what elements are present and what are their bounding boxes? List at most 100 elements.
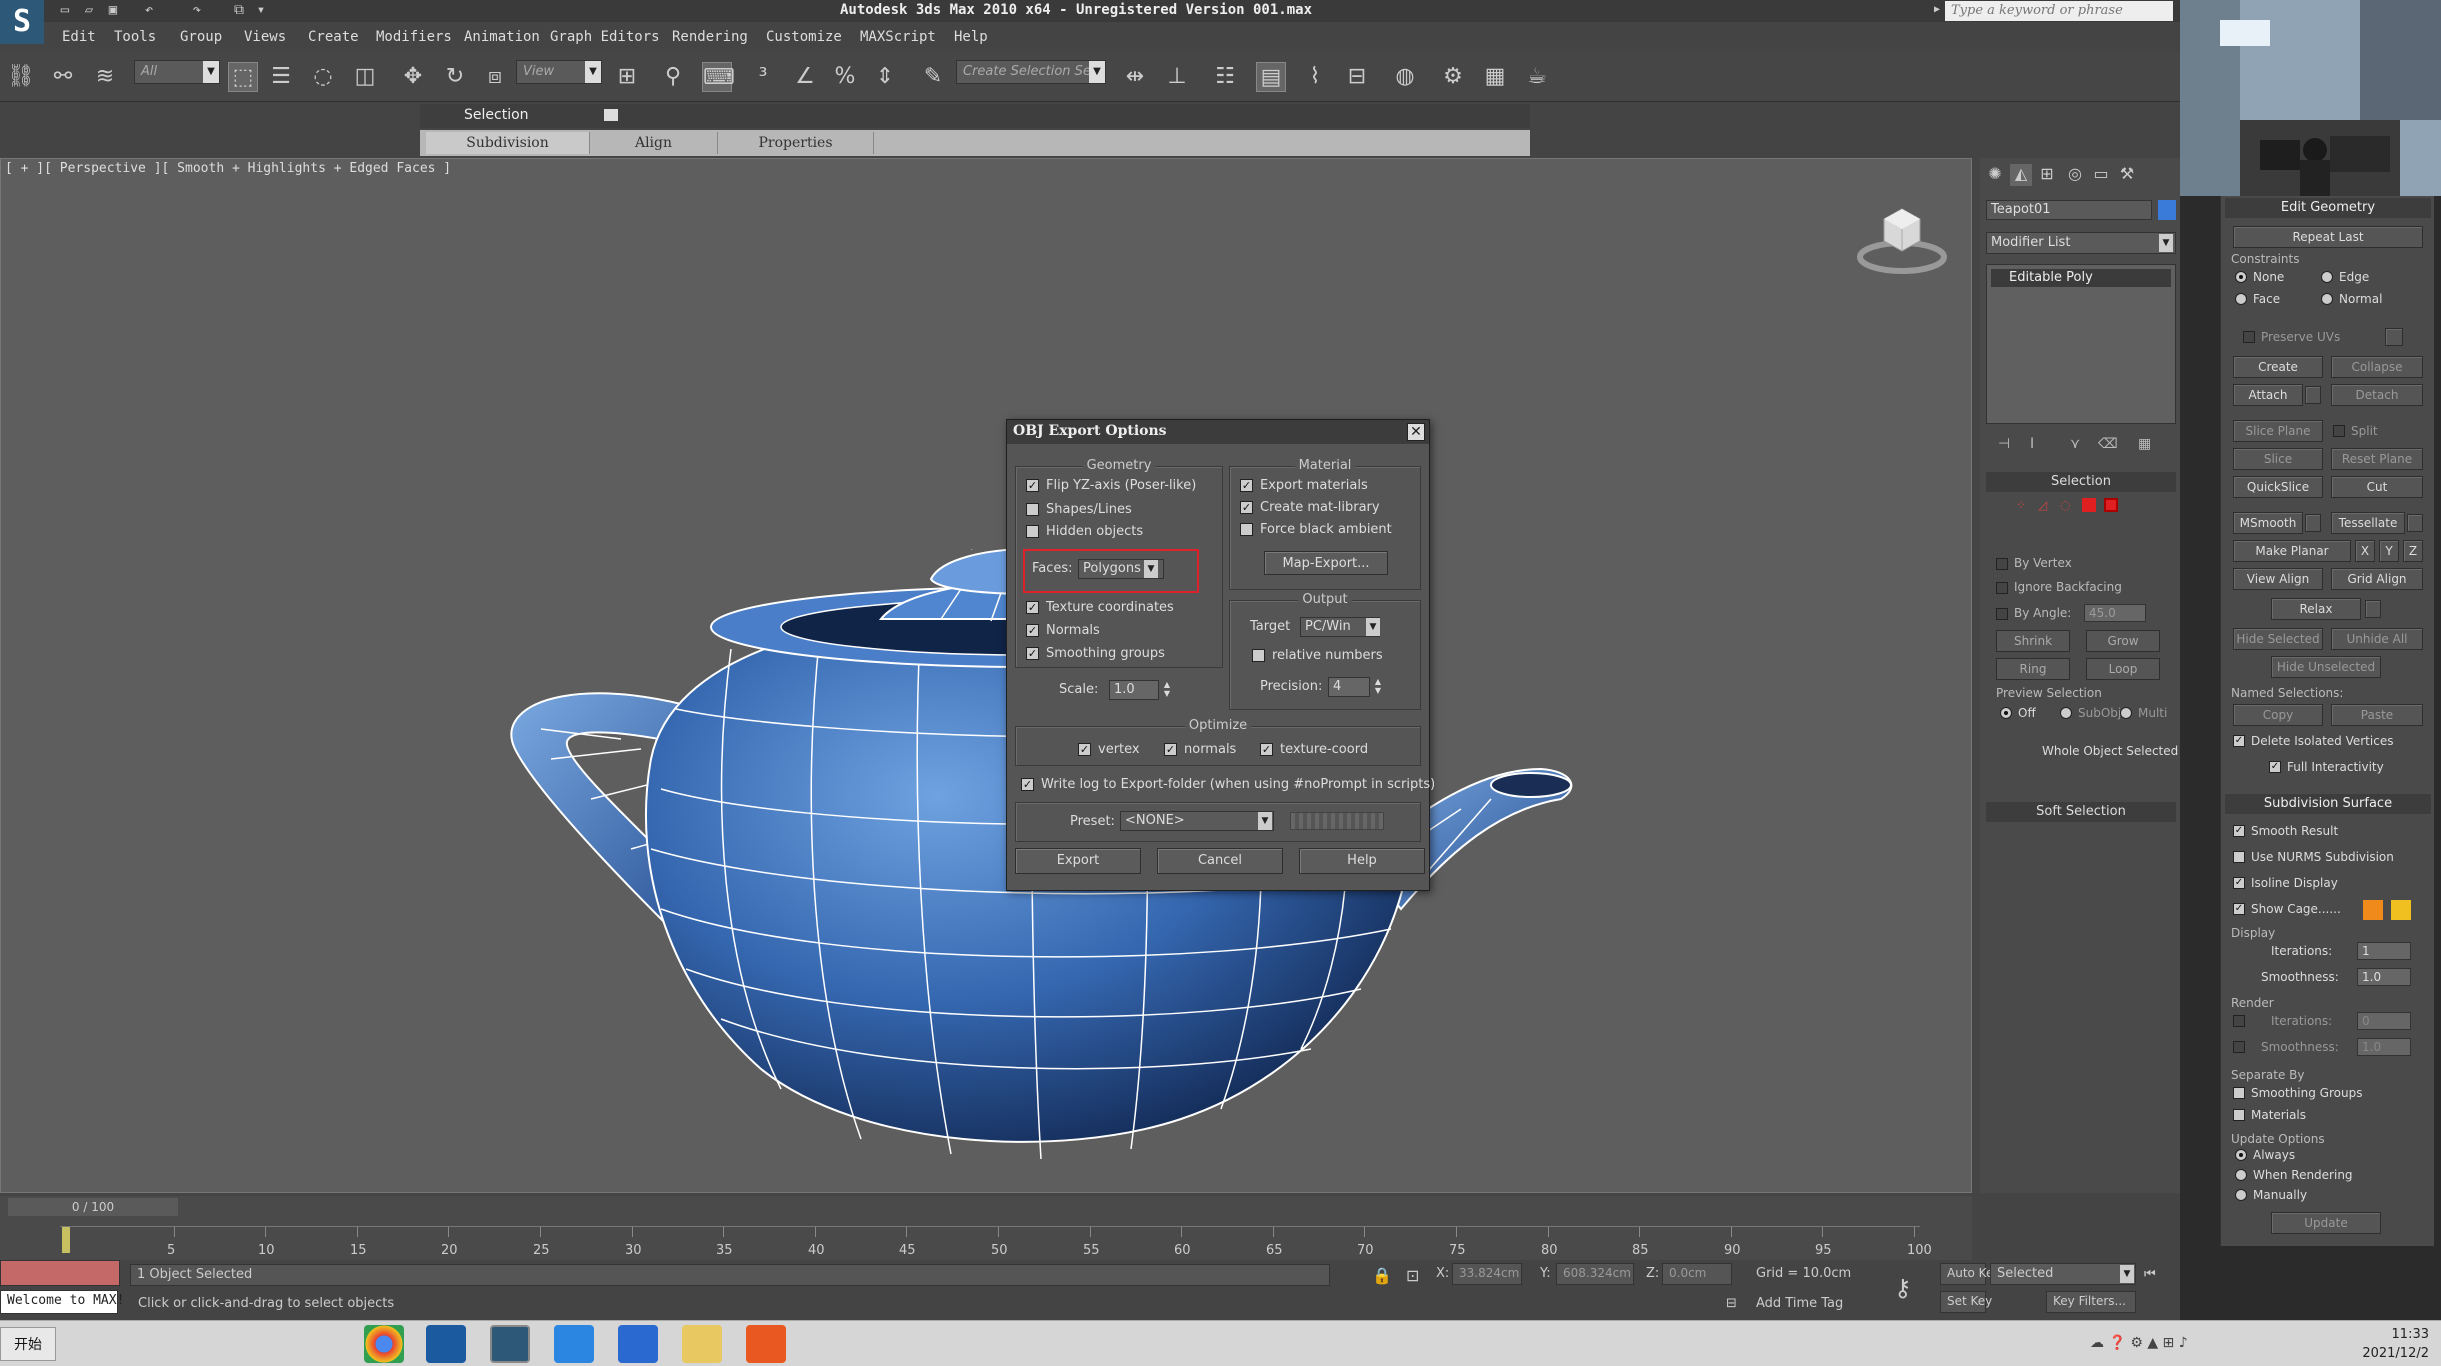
show-end-result-icon[interactable]: Ι [2030,436,2034,452]
selection-filter-dropdown[interactable]: All ▼ [134,60,220,84]
viewcube-icon[interactable] [1856,199,1948,279]
menu-edit[interactable]: Edit [62,29,96,45]
keyboard-shortcut-override-icon[interactable]: ⌨ [702,62,735,92]
menu-tools[interactable]: Tools [114,29,156,45]
angle-snap-icon[interactable]: ∠ [790,62,820,92]
go-to-start-icon[interactable]: ⏮ [2144,1267,2156,1282]
hide-selected-button[interactable]: Hide Selected [2233,628,2323,650]
shrink-button[interactable]: Shrink [1996,630,2070,652]
slice-button[interactable]: Slice [2233,448,2323,470]
preserve-uvs-settings-icon[interactable] [2385,328,2403,346]
help-search-input[interactable]: Type a keyword or phrase [1945,1,2173,21]
paste-button[interactable]: Paste [2331,704,2423,726]
scale-input[interactable]: 1.0 [1109,680,1159,700]
attach-list-icon[interactable] [2305,386,2321,404]
move-icon[interactable]: ✥ [398,62,428,92]
open-file-icon[interactable]: ▱ [80,2,98,20]
spinner-arrows-icon[interactable]: ▲ ▼ [1161,680,1173,700]
window-crossing-icon[interactable]: ◫ [350,62,380,92]
display-smoothness-input[interactable]: 1.0 [2357,968,2411,986]
maxscript-input[interactable]: Welcome to MAX! [0,1290,124,1314]
export-button[interactable]: Export [1015,848,1141,874]
ring-button[interactable]: Ring [1996,658,2070,680]
named-selection-set-dropdown[interactable]: Create Selection Se ▼ [956,60,1106,84]
edge-level-icon[interactable]: ◿ [2038,498,2052,512]
snaps-toggle-icon[interactable]: ³ [748,62,778,92]
use-pivot-center-icon[interactable]: ⊞ [612,62,642,92]
chevron-down-icon[interactable]: ▼ [1258,812,1272,830]
attach-button[interactable]: Attach [2233,384,2303,406]
msmooth-button[interactable]: MSmooth [2233,512,2303,534]
set-key-button[interactable]: Set Key [1940,1291,1992,1313]
modify-tab-icon[interactable]: ◭ [2010,164,2032,186]
tab-subdivision[interactable]: Subdivision [426,132,590,154]
spinner-arrows-icon[interactable]: ▲ ▼ [1372,677,1384,697]
select-by-name-icon[interactable]: ☰ [266,62,296,92]
perspective-viewport[interactable]: [ + ][ Perspective ][ Smooth + Highlight… [0,158,1972,1328]
selected-cage-color-swatch[interactable] [2391,900,2411,920]
tessellate-button[interactable]: Tessellate [2331,512,2405,534]
menu-modifiers[interactable]: Modifiers [376,29,452,45]
unlink-selection-icon[interactable]: ⚯ [48,62,78,92]
tab-align[interactable]: Align [590,132,718,154]
grid-align-button[interactable]: Grid Align [2331,568,2423,590]
display-tab-icon[interactable]: ▭ [2090,164,2112,186]
mirror-icon[interactable]: ⇹ [1120,62,1150,92]
tessellate-settings-icon[interactable] [2407,514,2423,532]
p-app-icon[interactable] [618,1325,658,1363]
scale-icon[interactable]: ⧈ [480,62,510,92]
menu-create[interactable]: Create [308,29,359,45]
quick-access-dropdown-icon[interactable]: ▾ [252,2,270,20]
polygon-level-icon[interactable] [2082,498,2096,512]
menu-customize[interactable]: Customize [766,29,842,45]
copy-button[interactable]: Copy [2233,704,2323,726]
dialog-title-bar[interactable]: OBJ Export Options [1007,420,1429,444]
create-tab-icon[interactable]: ✺ [1984,164,2006,186]
configure-modifier-sets-icon[interactable]: ▦ [2138,436,2151,452]
tab-properties[interactable]: Properties [718,132,874,154]
messenger-app-icon[interactable] [554,1325,594,1363]
y-coordinate-field[interactable]: 608.324cm [1556,1263,1634,1285]
material-editor-icon[interactable]: ◍ [1390,62,1420,92]
utilities-tab-icon[interactable]: ⚒ [2116,164,2138,186]
remove-modifier-icon[interactable]: ⌫ [2098,436,2118,452]
search-expand-icon[interactable]: ▶ [1934,4,1940,15]
x-coordinate-field[interactable]: 33.824cm [1452,1263,1522,1285]
edit-geometry-rollout-header[interactable]: Edit Geometry [2225,198,2431,218]
subdivision-surface-rollout-header[interactable]: Subdivision Surface [2225,794,2431,814]
render-setup-icon[interactable]: ⚙ [1438,62,1468,92]
loop-button[interactable]: Loop [2086,658,2160,680]
start-button[interactable]: 开始 [0,1327,56,1361]
undo-icon[interactable]: ↶ [140,2,158,20]
ubuntu-app-icon[interactable] [746,1325,786,1363]
precision-input[interactable]: 4 [1328,677,1370,697]
make-planar-button[interactable]: Make Planar [2233,540,2351,562]
menu-group[interactable]: Group [180,29,222,45]
hierarchy-tab-icon[interactable]: ⊞ [2036,164,2058,186]
menu-help[interactable]: Help [954,29,988,45]
create-button[interactable]: Create [2233,356,2323,378]
edit-named-selection-icon[interactable]: ✎ [918,62,948,92]
file-explorer-icon[interactable] [682,1325,722,1363]
rendered-frame-window-icon[interactable]: ▦ [1480,62,1510,92]
make-unique-icon[interactable]: ⋎ [2070,436,2080,452]
modifier-list-dropdown[interactable]: Modifier List ▼ [1986,232,2176,254]
pin-stack-icon[interactable]: ⊣ [1998,436,2010,452]
reset-plane-button[interactable]: Reset Plane [2331,448,2423,470]
msmooth-settings-icon[interactable] [2305,514,2321,532]
planar-y-button[interactable]: Y [2379,540,2399,562]
cancel-button[interactable]: Cancel [1157,848,1283,874]
photoshop-app-icon[interactable] [426,1325,466,1363]
grow-button[interactable]: Grow [2086,630,2160,652]
unhide-all-button[interactable]: Unhide All [2331,628,2423,650]
layer-manager-icon[interactable]: ☷ [1210,62,1240,92]
chrome-icon[interactable] [364,1325,404,1363]
select-and-link-icon[interactable]: ⛓ [6,62,36,92]
rectangular-selection-icon[interactable]: ◌ [308,62,338,92]
preset-dropdown[interactable]: <NONE> [1120,811,1274,831]
spinner-snap-icon[interactable]: ⇕ [870,62,900,92]
render-smoothness-input[interactable]: 1.0 [2357,1038,2411,1056]
select-object-icon[interactable]: ⬚ [228,62,258,92]
detach-button[interactable]: Detach [2331,384,2423,406]
element-level-icon[interactable] [2104,498,2118,512]
